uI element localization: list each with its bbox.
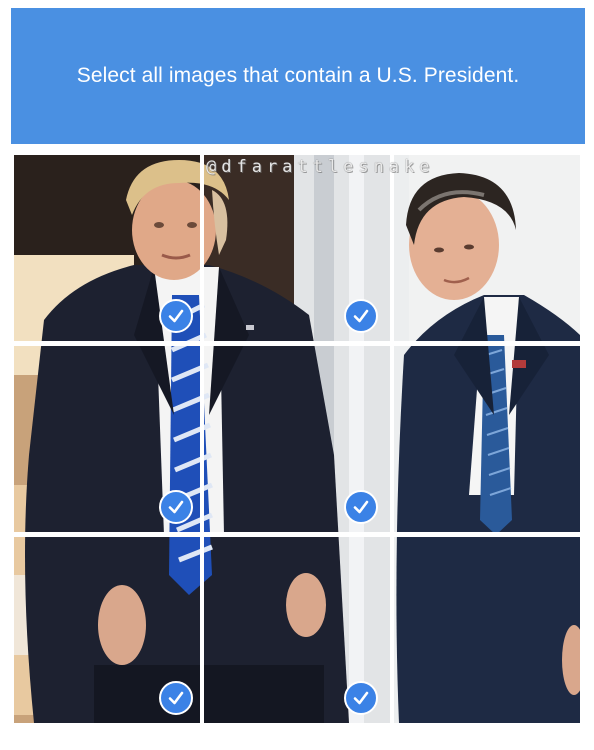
checkmark-icon[interactable] [159, 299, 193, 333]
captcha-tile-8[interactable] [204, 537, 390, 723]
captcha-image-grid [14, 155, 580, 723]
tile-photo [394, 346, 580, 532]
checkmark-icon[interactable] [344, 490, 378, 524]
tile-photo [394, 155, 580, 341]
captcha-tile-4[interactable] [14, 346, 200, 532]
captcha-tile-7[interactable] [14, 537, 200, 723]
captcha-tile-3[interactable] [394, 155, 580, 341]
watermark-text: @dfarattlesnake [206, 157, 435, 177]
captcha-tile-6[interactable] [394, 346, 580, 532]
checkmark-icon[interactable] [159, 681, 193, 715]
captcha-tile-2[interactable] [204, 155, 390, 341]
captcha-prompt: Select all images that contain a U.S. Pr… [76, 64, 520, 87]
checkmark-icon[interactable] [344, 681, 378, 715]
tile-photo [394, 537, 580, 723]
checkmark-icon[interactable] [344, 299, 378, 333]
captcha-header: Select all images that contain a U.S. Pr… [11, 8, 585, 144]
captcha-tile-1[interactable] [14, 155, 200, 341]
captcha-tile-5[interactable] [204, 346, 390, 532]
captcha-tile-9[interactable] [394, 537, 580, 723]
checkmark-icon[interactable] [159, 490, 193, 524]
